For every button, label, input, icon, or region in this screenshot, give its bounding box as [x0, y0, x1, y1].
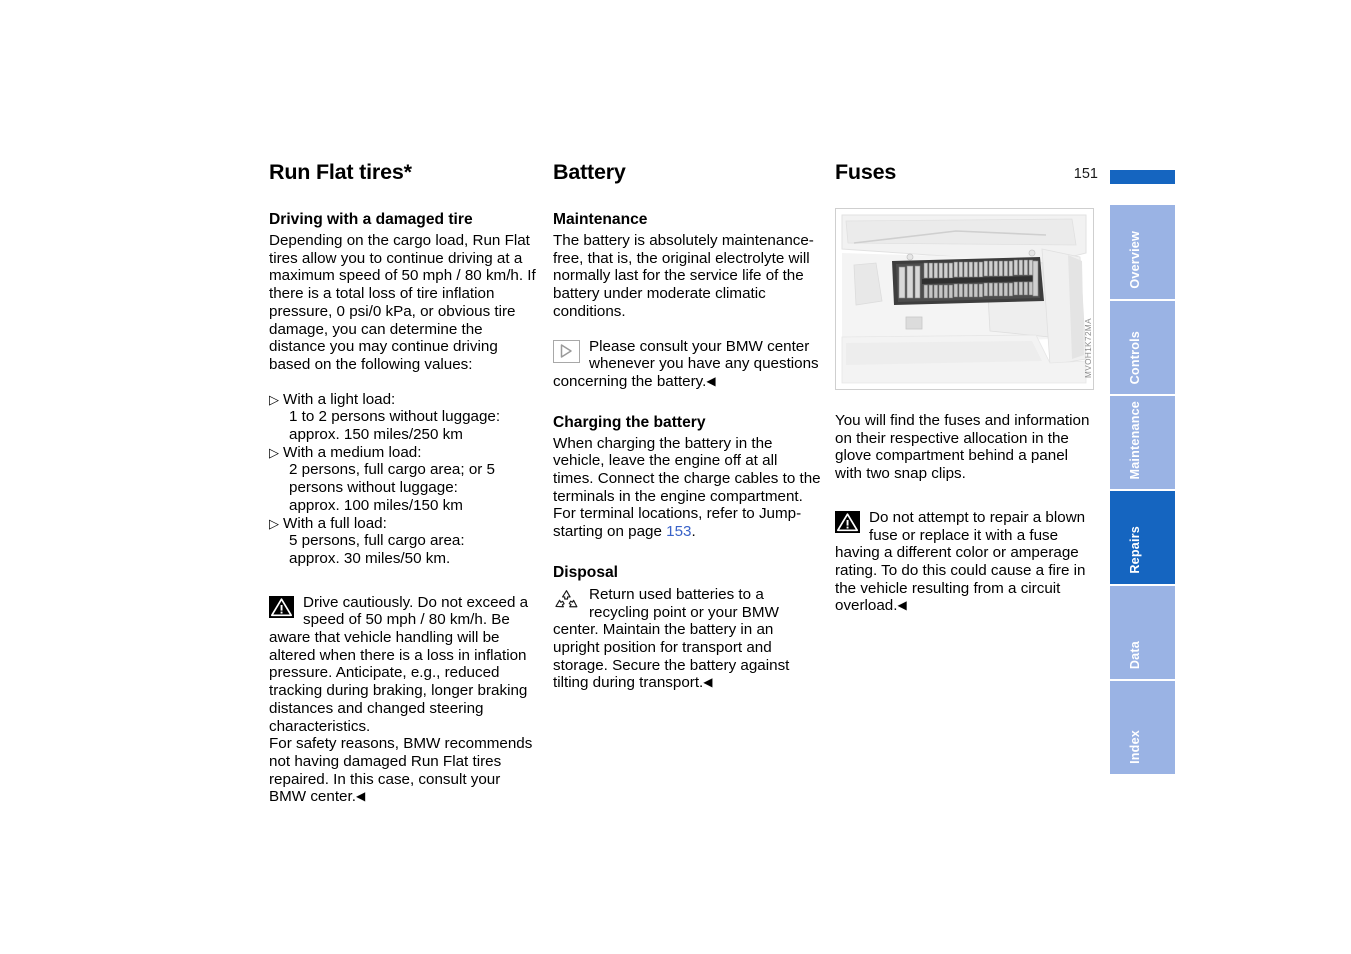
paragraph-run-flat-intro: Depending on the cargo load, Run Flat ti… [269, 232, 536, 373]
bullet-triangle-icon: ▷ [269, 391, 279, 407]
disposal-text: Return used batteries to a recycling poi… [553, 585, 790, 692]
bullet-triangle-icon: ▷ [269, 444, 279, 460]
tab-maintenance[interactable]: Maintenance [1110, 396, 1175, 489]
figure-caption-id: MVOH1K72MA [1084, 318, 1093, 378]
note-block-bmw-center: Please consult your BMW center whenever … [553, 338, 821, 391]
tab-label: Overview [1128, 231, 1142, 289]
manual-page: 151 Run Flat tires* Driving with a damag… [0, 0, 1351, 954]
list-item-heading: With a light load: [283, 390, 396, 408]
list-item-line2: approx. 100 miles/150 km [289, 496, 463, 514]
tab-controls[interactable]: Controls [1110, 301, 1175, 394]
list-item: ▷ With a light load: 1 to 2 persons with… [269, 391, 541, 444]
list-item-line2: approx. 150 miles/250 km [289, 426, 463, 444]
paragraph-battery-maintenance: The battery is absolutely maintenance-fr… [553, 232, 814, 320]
warning-text-fuses: Do not attempt to repair a blown fuse or… [835, 508, 1086, 615]
end-marker: ◀ [355, 789, 366, 804]
warning-block-fuses: Do not attempt to repair a blown fuse or… [835, 509, 1095, 615]
warning-triangle-icon [835, 510, 860, 533]
tab-label: Data [1128, 640, 1142, 669]
page-title-run-flat-tires: Run Flat tires* [269, 160, 412, 184]
note-block-disposal: Return used batteries to a recycling poi… [553, 586, 821, 692]
list-item: ▷ With a full load: 5 persons, full carg… [269, 515, 541, 568]
heading-disposal: Disposal [553, 563, 618, 581]
load-values-list: ▷ With a light load: 1 to 2 persons with… [269, 391, 541, 568]
figure-fuse-box-illustration [835, 208, 1094, 390]
warning-text-run-flat-2: For safety reasons, BMW recommends not h… [269, 735, 533, 806]
column-fuses: Fuses [835, 160, 1095, 184]
note-play-triangle-icon [553, 339, 580, 363]
list-item: ▷ With a medium load: 2 persons, full ca… [269, 444, 541, 515]
list-item-line1: 1 to 2 persons without luggage: [289, 408, 501, 426]
end-marker: ◀ [703, 675, 713, 690]
list-item-line1: 2 persons, full cargo area; or 5 persons… [289, 461, 495, 497]
chapter-tab-rail: Overview Controls Maintenance Repairs Da… [1110, 205, 1175, 776]
tab-repairs[interactable]: Repairs [1110, 491, 1175, 584]
tab-overview[interactable]: Overview [1110, 205, 1175, 299]
heading-charging-the-battery: Charging the battery [553, 413, 706, 431]
column-fuses-body: You will find the fuses and information … [835, 412, 1095, 615]
note-text-bmw-center: Please consult your BMW center whenever … [553, 337, 819, 390]
list-item-heading: With a medium load: [283, 443, 422, 461]
recycle-icon [553, 588, 580, 613]
bullet-triangle-icon: ▷ [269, 515, 279, 531]
heading-maintenance: Maintenance [553, 211, 648, 228]
tab-label: Repairs [1128, 526, 1142, 574]
page-title-battery: Battery [553, 160, 626, 184]
warning-text-run-flat: Drive cautiously. Do not exceed a speed … [269, 593, 529, 735]
list-item-line1: 5 persons, full cargo area: [289, 532, 465, 550]
tab-label: Index [1128, 730, 1142, 764]
warning-block-run-flat: Drive cautiously. Do not exceed a speed … [269, 594, 541, 806]
paragraph-charging-battery: When charging the battery in the vehicle… [553, 434, 821, 541]
end-marker: ◀ [897, 598, 907, 613]
page-cross-reference-link[interactable]: 153 [666, 523, 691, 540]
header-accent-bar [1110, 170, 1175, 184]
end-marker: ◀ [706, 373, 716, 388]
column-run-flat-tires: Run Flat tires* Driving with a damaged t… [269, 160, 541, 806]
tab-index[interactable]: Index [1110, 681, 1175, 774]
tab-label: Maintenance [1128, 400, 1142, 479]
warning-triangle-icon [269, 595, 294, 618]
list-item-heading: With a full load: [283, 514, 387, 532]
heading-driving-with-damaged-tire: Driving with a damaged tire [269, 211, 473, 228]
list-item-line2: approx. 30 miles/50 km. [289, 549, 451, 567]
column-battery: Battery Maintenance The battery is absol… [553, 160, 821, 692]
tab-data[interactable]: Data [1110, 586, 1175, 679]
tab-label: Controls [1128, 330, 1142, 384]
paragraph-fuses-location: You will find the fuses and information … [835, 412, 1090, 483]
page-title-fuses: Fuses [835, 160, 897, 184]
